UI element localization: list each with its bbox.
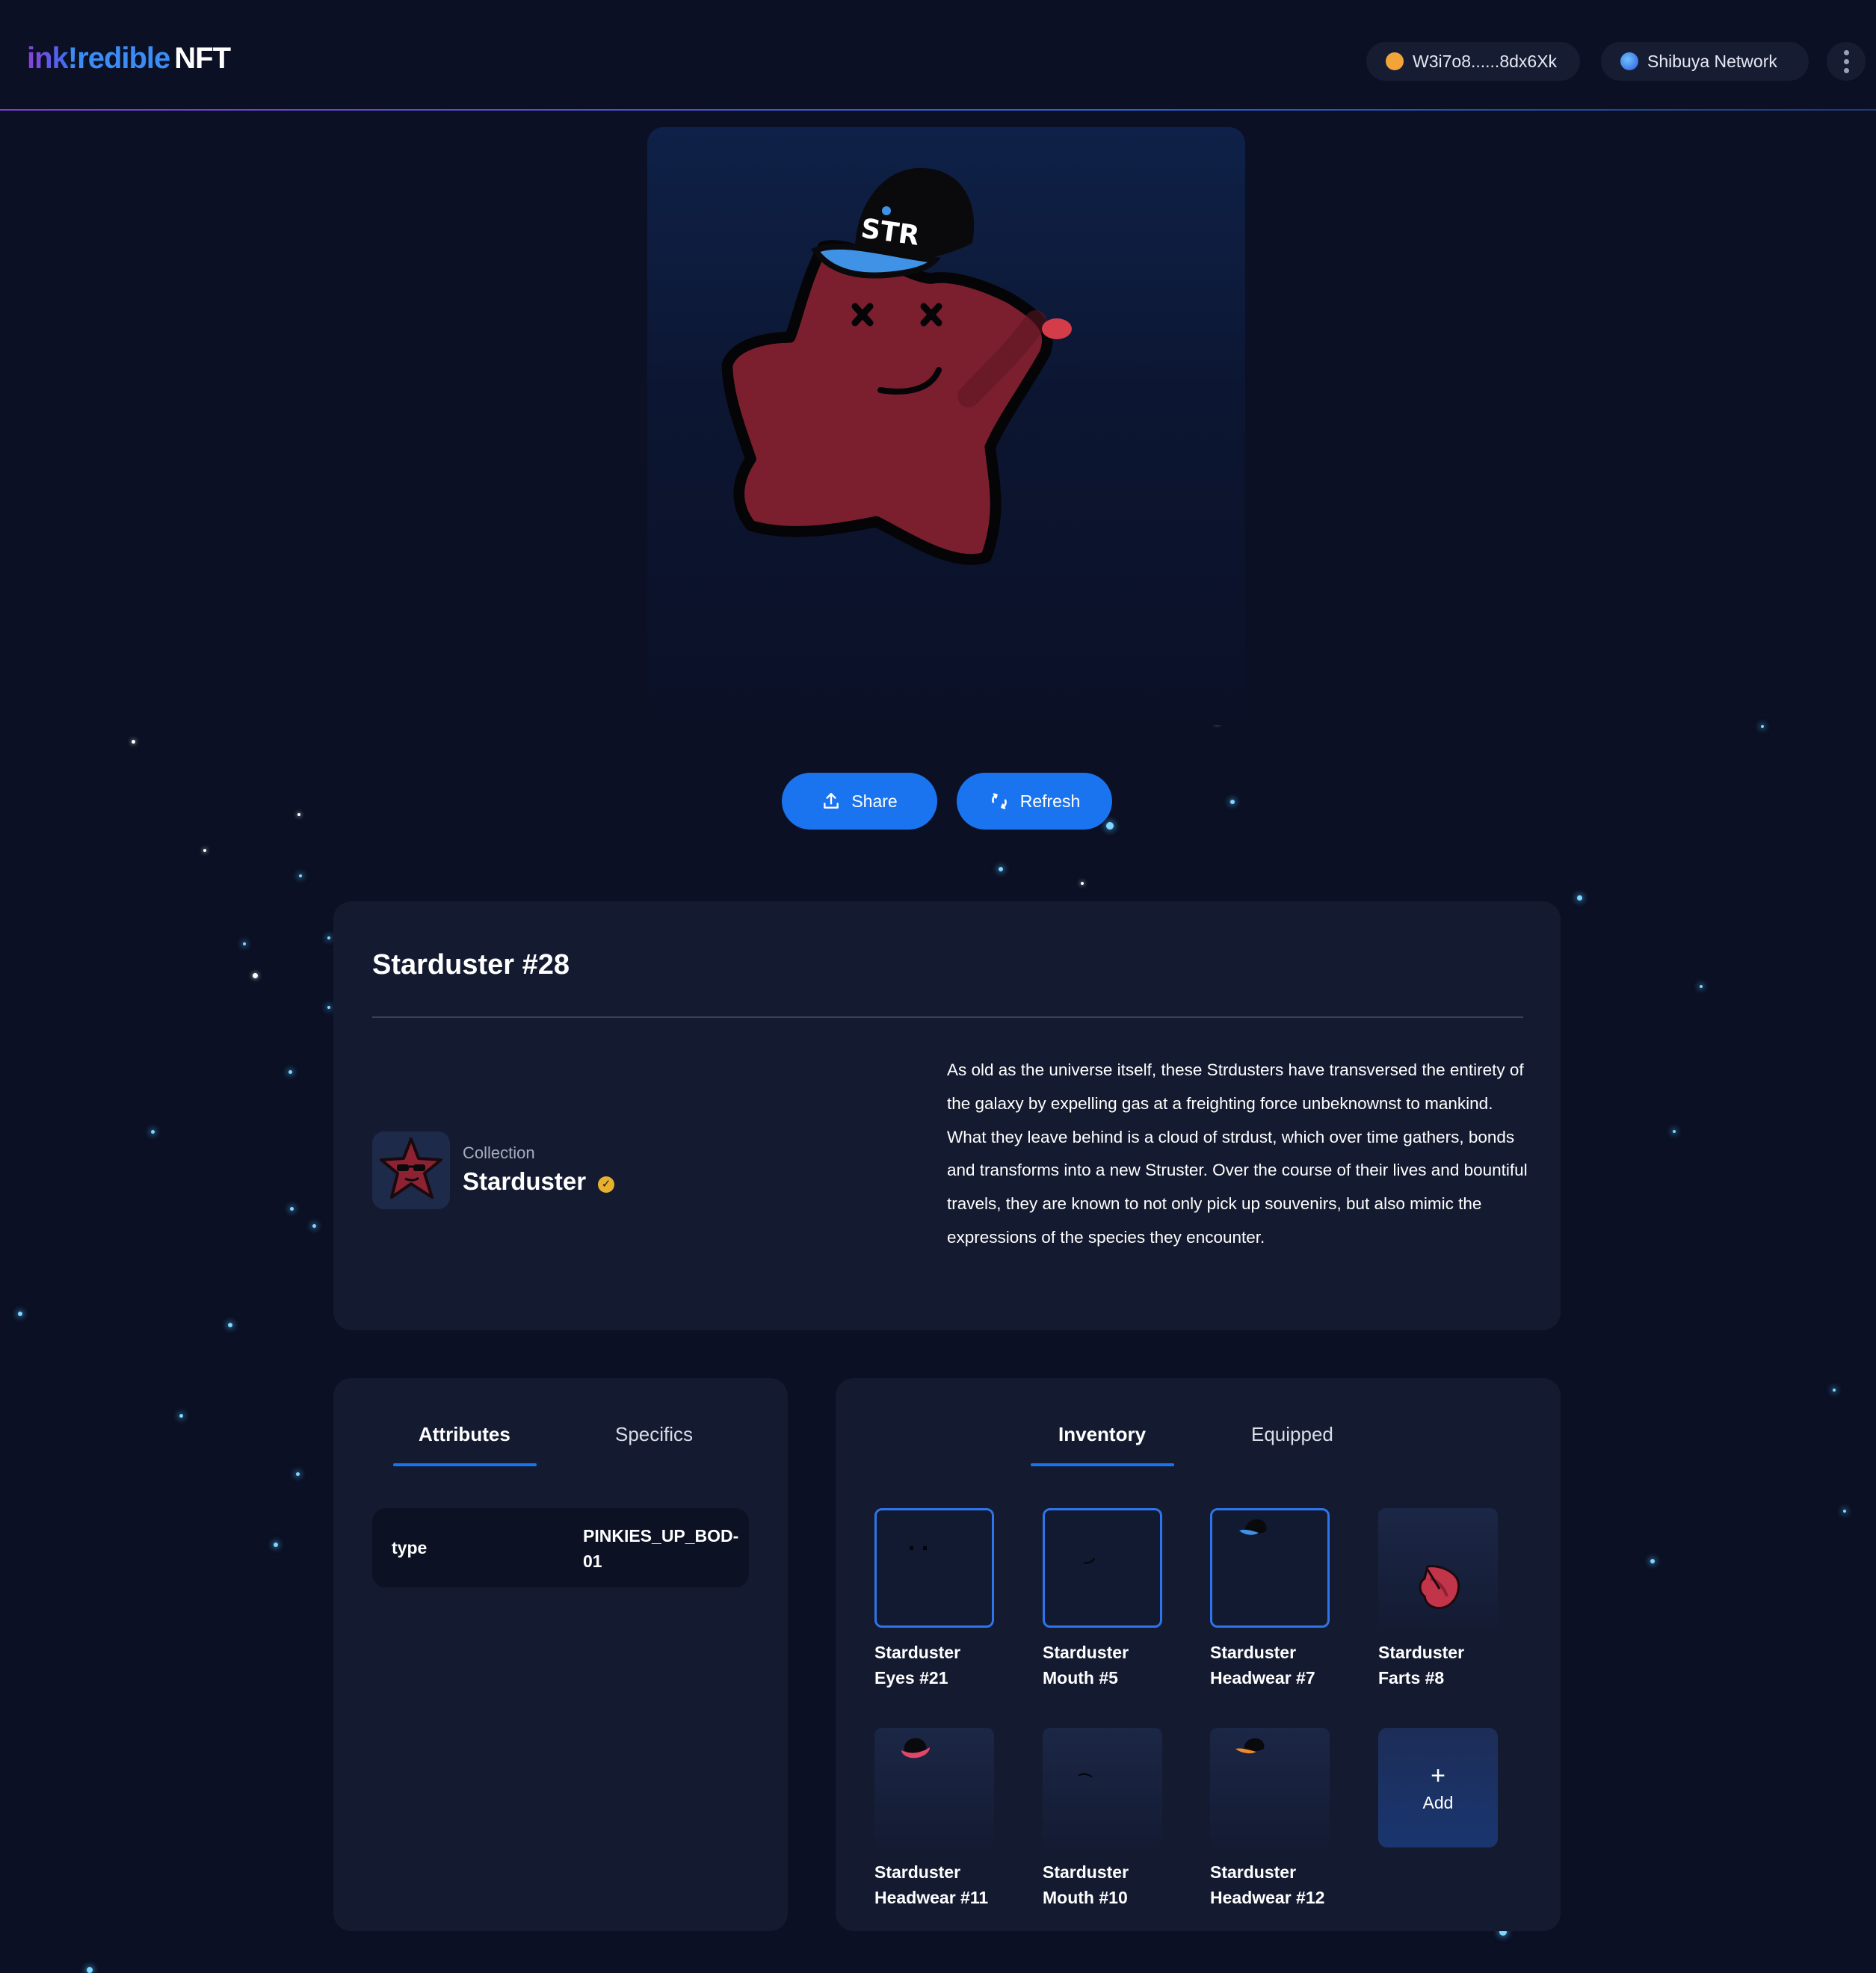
app-logo[interactable]: ink!redible NFT	[27, 42, 231, 75]
attribute-value: PINKIES_UP_BOD-01	[583, 1526, 739, 1571]
attribute-key: type	[392, 1538, 428, 1557]
network-selector[interactable]: Shibuya Network	[1601, 42, 1809, 81]
item-thumbnail	[1210, 1728, 1330, 1847]
item-thumbnail	[874, 1508, 994, 1628]
attributes-card: Attributes Specifics type PINKIES_UP_BOD…	[333, 1378, 788, 1931]
inventory-item[interactable]: Starduster Mouth #10	[1043, 1728, 1164, 1910]
eyes-part-icon	[910, 1546, 927, 1550]
inventory-card: Inventory Equipped Starduster Eyes #21 S…	[836, 1378, 1561, 1931]
more-menu-button[interactable]	[1827, 42, 1866, 81]
collection-label: Collection	[463, 1143, 535, 1162]
item-name: Starduster Mouth #10	[1043, 1862, 1129, 1907]
tab-inventory[interactable]: Inventory	[1058, 1423, 1146, 1446]
refresh-button[interactable]: Refresh	[957, 773, 1112, 830]
network-name: Shibuya Network	[1647, 51, 1777, 71]
nft-title: Starduster #28	[372, 949, 570, 981]
item-name: Starduster Farts #8	[1378, 1643, 1465, 1688]
nft-info-card: Starduster #28 Collection Starduster ✓ A…	[333, 901, 1561, 1330]
item-thumbnail	[874, 1728, 994, 1847]
inventory-item[interactable]: Starduster Farts #8	[1378, 1508, 1499, 1691]
logo-ink: ink	[27, 42, 69, 75]
inventory-item[interactable]: Starduster Mouth #5	[1043, 1508, 1164, 1691]
item-name: Starduster Mouth #5	[1043, 1643, 1129, 1688]
item-name: Starduster Eyes #21	[874, 1643, 961, 1688]
item-name: Starduster Headwear #7	[1210, 1643, 1315, 1688]
fart-cloud-icon	[1419, 1565, 1460, 1609]
mouth-part-icon	[1083, 1557, 1095, 1564]
item-thumbnail	[1210, 1508, 1330, 1628]
add-label: Add	[1422, 1792, 1454, 1812]
app-header: ink!redible NFT W3i7o8......8dx6Xk Shibuy…	[0, 0, 1876, 111]
inventory-item[interactable]: Starduster Headwear #12	[1210, 1728, 1331, 1910]
title-divider	[372, 1016, 1523, 1018]
pink-hat-icon	[901, 1738, 930, 1759]
wallet-address: W3i7o8......8dx6Xk	[1413, 51, 1558, 71]
tab-attributes[interactable]: Attributes	[419, 1423, 510, 1446]
refresh-icon	[991, 793, 1007, 809]
tab-attributes-underline	[393, 1463, 537, 1466]
nft-image: STR	[647, 127, 1245, 725]
inventory-item[interactable]: Starduster Headwear #7	[1210, 1508, 1331, 1691]
add-item-button[interactable]: + Add	[1378, 1728, 1498, 1847]
network-icon	[1620, 52, 1638, 70]
logo-nft: NFT	[174, 42, 231, 75]
collection-star-icon	[380, 1137, 442, 1199]
kebab-menu-icon	[1843, 49, 1849, 55]
tab-equipped[interactable]: Equipped	[1251, 1423, 1333, 1446]
tab-specifics[interactable]: Specifics	[615, 1423, 693, 1446]
plus-icon: +	[1431, 1761, 1445, 1790]
logo-exclaim: !	[67, 42, 78, 75]
cap-icon	[1239, 1519, 1267, 1535]
item-name: Starduster Headwear #12	[1210, 1862, 1325, 1907]
share-label: Share	[851, 791, 898, 811]
item-thumbnail	[1043, 1728, 1162, 1847]
item-thumbnail	[1043, 1508, 1162, 1628]
nft-description: As old as the universe itself, these Str…	[947, 1060, 1528, 1247]
inventory-item[interactable]: Starduster Headwear #11	[874, 1728, 996, 1910]
starduster-artwork: STR	[721, 167, 1072, 566]
wallet-icon	[1386, 52, 1404, 70]
wallet-button[interactable]: W3i7o8......8dx6Xk	[1366, 42, 1580, 81]
logo-redible: redible	[77, 42, 170, 75]
verified-badge-icon: ✓	[598, 1176, 614, 1193]
collection-name[interactable]: Starduster	[463, 1167, 586, 1196]
orange-cap-icon	[1235, 1738, 1265, 1754]
inventory-item[interactable]: Starduster Eyes #21	[874, 1508, 996, 1691]
item-thumbnail	[1378, 1508, 1498, 1628]
mouth-part-icon	[1078, 1773, 1093, 1778]
item-name: Starduster Headwear #11	[874, 1862, 989, 1907]
collection-avatar[interactable]	[372, 1131, 450, 1209]
refresh-label: Refresh	[1019, 791, 1081, 811]
upload-icon	[824, 793, 839, 809]
attribute-row: type PINKIES_UP_BOD-01	[372, 1508, 749, 1587]
tab-inventory-underline	[1031, 1463, 1174, 1466]
share-button[interactable]: Share	[782, 773, 937, 830]
